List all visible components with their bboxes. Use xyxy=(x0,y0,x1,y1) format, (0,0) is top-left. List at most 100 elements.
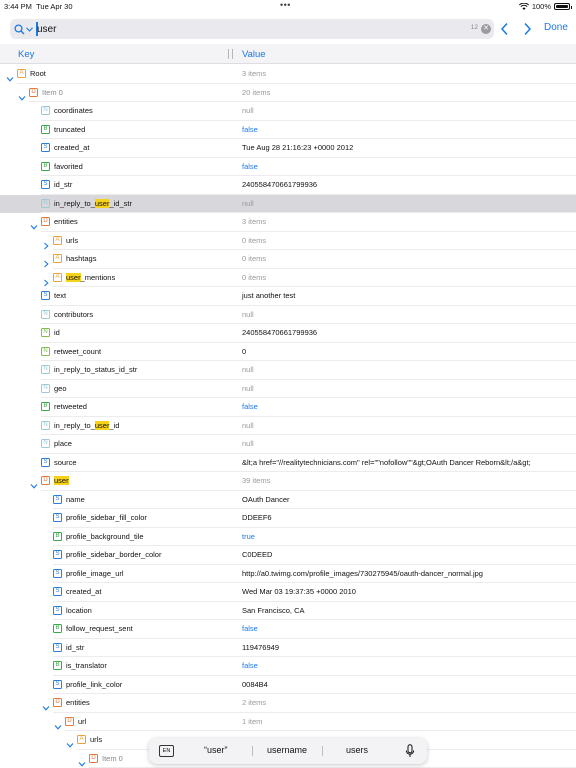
row-key: contributors xyxy=(54,309,94,319)
search-input[interactable] xyxy=(37,22,417,36)
next-match-icon[interactable] xyxy=(520,21,534,37)
tree-row[interactable]: Bprofile_background_tile true xyxy=(0,528,576,546)
tree-row[interactable]: Ngeo null xyxy=(0,380,576,398)
null-type-icon: N xyxy=(41,198,50,208)
tree-row[interactable]: Auser_mentions 0 items xyxy=(0,269,576,287)
tree-row[interactable]: Sid_str 119476949 xyxy=(0,639,576,657)
tree-row[interactable]: Ahashtags 0 items xyxy=(0,250,576,269)
chevron-down-icon[interactable] xyxy=(66,736,74,748)
row-value: 3 items xyxy=(242,217,267,226)
previous-match-icon[interactable] xyxy=(498,21,512,37)
key-column-header[interactable]: Key xyxy=(18,49,34,60)
status-bar: 3:44 PM Tue Apr 30 ••• 100% xyxy=(0,0,576,12)
row-key: favorited xyxy=(54,161,83,171)
row-key: urls xyxy=(90,735,103,744)
chevron-down-icon[interactable] xyxy=(54,718,62,730)
chevron-down-icon[interactable] xyxy=(42,699,50,711)
row-value: null xyxy=(242,309,254,319)
tree-row[interactable]: Dentities 2 items xyxy=(0,694,576,713)
null-type-icon: N xyxy=(41,420,50,430)
chevron-down-icon[interactable] xyxy=(30,218,38,230)
tree-row[interactable]: Ncoordinates null xyxy=(0,102,576,121)
tree-row[interactable]: Nin_reply_to_user_id_str null xyxy=(0,194,576,213)
search-options-icon[interactable] xyxy=(14,22,36,36)
tree-row[interactable]: Sprofile_sidebar_border_color C0DEED xyxy=(0,546,576,565)
string-type-icon: S xyxy=(41,291,50,300)
row-key: source xyxy=(54,457,77,467)
column-resize-handle[interactable] xyxy=(228,49,233,59)
dictionary-type-icon: D xyxy=(29,87,38,97)
tree-row[interactable]: Nretweet_count 0 xyxy=(0,343,576,361)
search-box[interactable]: 12 ✕ xyxy=(10,19,494,39)
row-value: null xyxy=(242,365,254,374)
row-key: in_reply_to_user_id_str xyxy=(54,198,132,208)
tree-row[interactable]: Screated_at Wed Mar 03 19:37:35 +0000 201… xyxy=(0,583,576,602)
tree-row[interactable]: Sid_str 240558470661799936 xyxy=(0,176,576,195)
tree-row[interactable]: Ncontributors null xyxy=(0,306,576,324)
tree-row[interactable]: Bfollow_request_sent false xyxy=(0,620,576,639)
tree-row[interactable]: Ssource &lt;a href="//realitytechnicians.… xyxy=(0,454,576,472)
row-value: 39 items xyxy=(242,476,271,485)
microphone-icon[interactable] xyxy=(405,744,415,758)
tree-row[interactable]: Bretweeted false xyxy=(0,398,576,417)
tree-row[interactable]: A Root 3 items xyxy=(0,65,576,84)
boolean-type-icon: B xyxy=(53,624,62,633)
row-key: Item 0 xyxy=(102,753,123,763)
tree-row[interactable]: Sprofile_image_url http://a0.twimg.com/pr… xyxy=(0,565,576,583)
chevron-down-icon[interactable] xyxy=(6,70,14,82)
row-key: created_at xyxy=(54,143,90,152)
tree-row[interactable]: Sprofile_sidebar_fill_color DDEEF6 xyxy=(0,509,576,528)
string-type-icon: S xyxy=(53,587,62,596)
tree-row[interactable]: Nin_reply_to_status_id_str null xyxy=(0,361,576,380)
row-key: text xyxy=(54,291,67,300)
string-type-icon: S xyxy=(41,457,50,467)
tree-row[interactable]: Duser 39 items xyxy=(0,472,576,491)
keyboard-suggestion-bar: EN “user” username users xyxy=(149,738,427,764)
battery-icon xyxy=(554,3,572,10)
battery-percent: 100% xyxy=(531,2,551,11)
row-value: null xyxy=(242,198,254,208)
tree-row[interactable]: Dentities 3 items xyxy=(0,213,576,232)
row-key: created_at xyxy=(66,587,102,596)
search-toolbar: 12 ✕ Done xyxy=(0,14,576,44)
row-key: geo xyxy=(54,383,67,393)
chevron-right-icon[interactable] xyxy=(42,255,50,268)
row-value: C0DEED xyxy=(242,550,273,559)
suggestion-2[interactable]: username xyxy=(267,745,307,755)
number-type-icon: N xyxy=(41,328,50,337)
chevron-down-icon[interactable] xyxy=(30,477,38,489)
tree-row[interactable]: Aurls 0 items xyxy=(0,232,576,250)
done-button[interactable]: Done xyxy=(544,22,568,33)
chevron-right-icon[interactable] xyxy=(42,237,50,249)
suggestion-3[interactable]: users xyxy=(346,745,368,755)
chevron-right-icon[interactable] xyxy=(42,274,50,286)
tree-row[interactable]: Bfavorited false xyxy=(0,158,576,176)
tree-row[interactable]: Nin_reply_to_user_id null xyxy=(0,417,576,435)
row-key: place xyxy=(54,439,72,448)
suggestion-1[interactable]: “user” xyxy=(204,745,228,755)
tree-row[interactable]: Stext just another test xyxy=(0,287,576,306)
tree-row[interactable]: D Item 0 20 items xyxy=(0,84,576,102)
chevron-down-icon[interactable] xyxy=(78,755,86,767)
tree-row[interactable]: Btruncated false xyxy=(0,121,576,139)
chevron-down-icon[interactable] xyxy=(18,89,26,101)
tree-row[interactable]: Slocation San Francisco, CA xyxy=(0,602,576,620)
boolean-type-icon: B xyxy=(53,531,62,541)
multitasking-dots-icon[interactable]: ••• xyxy=(280,0,291,10)
tree-row[interactable]: Nid 240558470661799936 xyxy=(0,324,576,343)
tree-row[interactable]: Sname OAuth Dancer xyxy=(0,491,576,509)
clear-search-icon[interactable]: ✕ xyxy=(481,24,491,34)
tree-row[interactable]: Durl 1 item xyxy=(0,713,576,731)
tree-row[interactable]: Nplace null xyxy=(0,435,576,454)
row-value: &lt;a href="//realitytechnicians.com" re… xyxy=(242,457,531,467)
keyboard-language-icon[interactable]: EN xyxy=(159,745,174,757)
row-key: hashtags xyxy=(66,254,97,263)
row-key: follow_request_sent xyxy=(66,624,133,633)
tree-row[interactable]: Bis_translator false xyxy=(0,657,576,676)
tree-row[interactable]: Sprofile_link_color 0084B4 xyxy=(0,676,576,694)
string-type-icon: S xyxy=(53,568,62,578)
row-value: Wed Mar 03 19:37:35 +0000 2010 xyxy=(242,587,356,596)
value-column-header[interactable]: Value xyxy=(242,49,266,60)
tree-row[interactable]: Screated_at Tue Aug 28 21:16:23 +0000 201… xyxy=(0,139,576,158)
row-value: false xyxy=(242,161,258,171)
